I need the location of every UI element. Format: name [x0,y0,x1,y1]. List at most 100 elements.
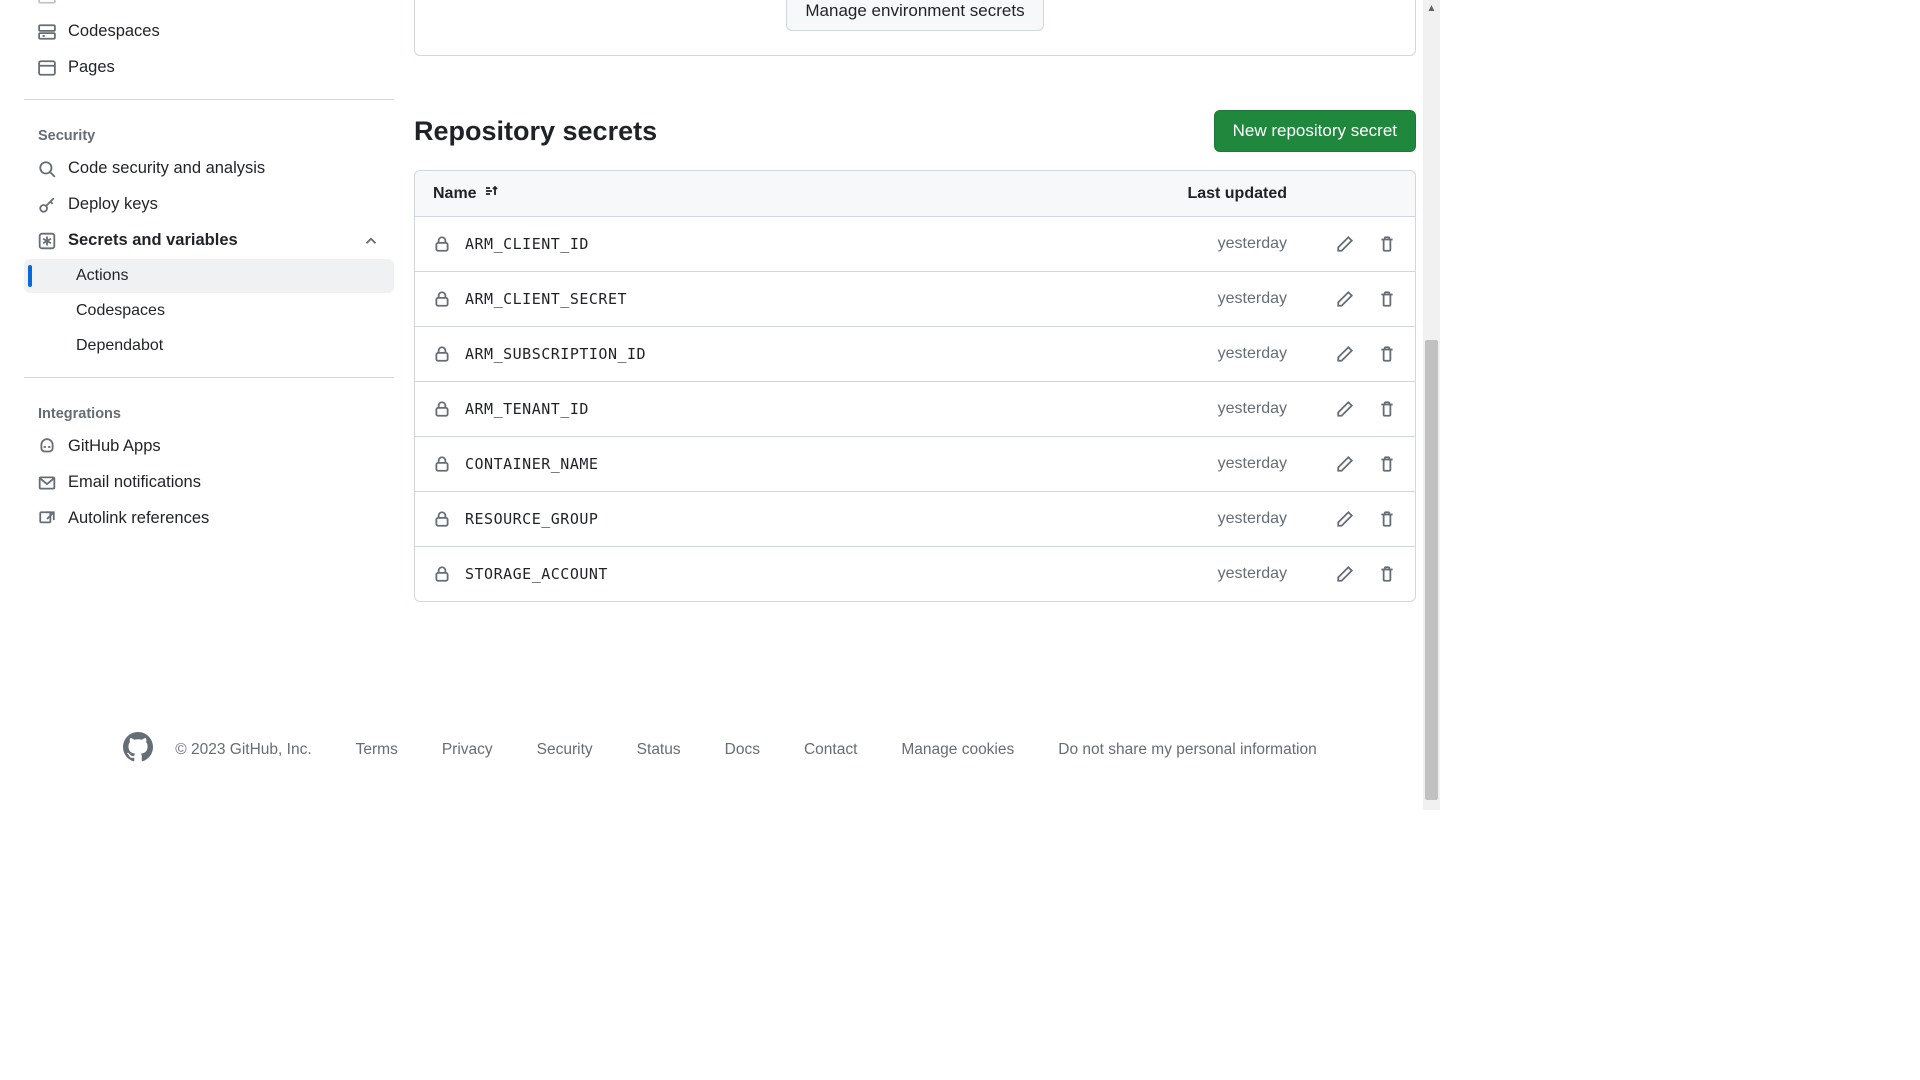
delete-secret-button[interactable] [1377,234,1397,254]
secrets-table-header: Name Last updated [415,171,1415,217]
sidebar-item-label: Environments [68,0,169,5]
sidebar-item-label: Pages [68,58,115,77]
delete-secret-button[interactable] [1377,399,1397,419]
lock-icon [433,565,451,583]
scrollbar-thumb[interactable] [1425,340,1438,800]
secret-name: ARM_SUBSCRIPTION_ID [465,345,646,363]
edit-secret-button[interactable] [1335,509,1355,529]
secret-name: CONTAINER_NAME [465,455,598,473]
edit-secret-button[interactable] [1335,289,1355,309]
secret-row: CONTAINER_NAME yesterday [415,437,1415,492]
edit-secret-button[interactable] [1335,564,1355,584]
sidebar-item-pages[interactable]: Pages [24,50,394,85]
scroll-up-arrow-icon[interactable]: ▲ [1423,0,1440,17]
secret-name: RESOURCE_GROUP [465,510,598,528]
lock-icon [433,345,451,363]
lock-icon [433,510,451,528]
delete-secret-button[interactable] [1377,454,1397,474]
footer-link[interactable]: Status [637,741,681,759]
sidebar-subitem-actions[interactable]: Actions [24,259,394,293]
edit-secret-button[interactable] [1335,399,1355,419]
sidebar-item-github-apps[interactable]: GitHub Apps [24,429,394,464]
sidebar-item-environments[interactable]: Environments [24,0,394,13]
sidebar-item-label: GitHub Apps [68,437,161,456]
edit-secret-button[interactable] [1335,344,1355,364]
key-icon [38,196,56,214]
manage-environment-secrets-button[interactable]: Manage environment secrets [786,0,1043,31]
sidebar-item-email-notifications[interactable]: Email notifications [24,465,394,500]
sidebar-subitem-dependabot[interactable]: Dependabot [24,329,394,363]
codespaces-icon [38,23,56,41]
footer-link[interactable]: Security [537,741,593,759]
sidebar-item-codespaces[interactable]: Codespaces [24,14,394,49]
secret-name: ARM_CLIENT_SECRET [465,290,627,308]
secret-row: ARM_TENANT_ID yesterday [415,382,1415,437]
footer-link[interactable]: Do not share my personal information [1058,741,1316,759]
edit-secret-button[interactable] [1335,234,1355,254]
sidebar-item-autolink-references[interactable]: Autolink references [24,501,394,536]
sidebar-item-label: Code security and analysis [68,159,265,178]
sidebar-item-label: Deploy keys [68,195,158,214]
secret-name: ARM_CLIENT_ID [465,235,589,253]
sidebar-subitem-codespaces[interactable]: Codespaces [24,294,394,328]
secret-row: ARM_CLIENT_SECRET yesterday [415,272,1415,327]
chevron-up-icon [362,232,380,250]
sidebar-item-label: Codespaces [76,302,165,320]
footer-link[interactable]: Terms [356,741,398,759]
asterisk-icon [38,232,56,250]
site-footer: © 2023 GitHub, Inc. Terms Privacy Security… [0,712,1440,807]
secret-row: ARM_CLIENT_ID yesterday [415,217,1415,272]
column-updated-label: Last updated [1087,185,1287,203]
lock-icon [433,290,451,308]
secret-updated: yesterday [1087,455,1287,473]
server-icon [38,0,56,5]
secret-row: STORAGE_ACCOUNTyesterday [415,547,1415,601]
secret-updated: yesterday [1087,510,1287,528]
sidebar-divider [24,377,394,378]
secret-row: RESOURCE_GROUP yesterday [415,492,1415,547]
footer-link[interactable]: Docs [725,741,760,759]
sidebar-heading-security: Security [24,114,394,150]
sidebar-item-label: Actions [76,267,128,285]
delete-secret-button[interactable] [1377,344,1397,364]
sort-ascending-icon[interactable] [483,183,499,204]
secret-name: ARM_TENANT_ID [465,400,589,418]
secret-updated: yesterday [1087,235,1287,253]
secret-updated: yesterday [1087,400,1287,418]
codescan-icon [38,160,56,178]
repository-secrets-heading: Repository secrets [414,116,657,147]
new-repository-secret-button[interactable]: New repository secret [1214,110,1416,152]
delete-secret-button[interactable] [1377,564,1397,584]
sidebar-item-secrets-variables[interactable]: Secrets and variables [24,223,394,258]
footer-link[interactable]: Manage cookies [901,741,1014,759]
edit-secret-button[interactable] [1335,454,1355,474]
sidebar-item-label: Codespaces [68,22,160,41]
secret-updated: yesterday [1087,290,1287,308]
browser-icon [38,59,56,77]
column-name-label: Name [433,185,477,203]
sidebar-item-label: Dependabot [76,337,163,355]
sidebar-item-label: Email notifications [68,473,201,492]
lock-icon [433,400,451,418]
delete-secret-button[interactable] [1377,289,1397,309]
sidebar-heading-integrations: Integrations [24,392,394,428]
secret-row: ARM_SUBSCRIPTION_IDyesterday [415,327,1415,382]
lock-icon [433,455,451,473]
footer-link[interactable]: Contact [804,741,857,759]
delete-secret-button[interactable] [1377,509,1397,529]
environment-secrets-card: Manage environment secrets [414,0,1416,56]
mail-icon [38,474,56,492]
sidebar-item-code-security[interactable]: Code security and analysis [24,151,394,186]
sidebar-item-deploy-keys[interactable]: Deploy keys [24,187,394,222]
main-content: Manage environment secrets Repository se… [394,0,1416,602]
vertical-scrollbar[interactable]: ▲ [1423,0,1440,810]
footer-link[interactable]: Privacy [442,741,493,759]
secrets-table: Name Last updated ARM_CLIENT_ID yesterday… [414,170,1416,602]
sidebar-item-label: Autolink references [68,509,209,528]
github-logo-icon[interactable] [123,732,153,767]
secret-updated: yesterday [1087,565,1287,583]
sidebar-item-label: Secrets and variables [68,231,238,250]
footer-copyright: © 2023 GitHub, Inc. [175,741,311,759]
sidebar-divider [24,99,394,100]
settings-sidebar: Environments Codespaces Pages Security C… [24,0,394,602]
